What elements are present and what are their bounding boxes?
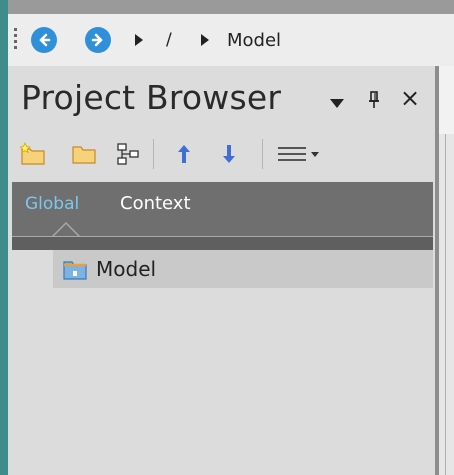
project-browser-panel: Project Browser × Global Context Model	[8, 66, 435, 475]
dropdown-icon[interactable]	[329, 97, 345, 109]
toolbar-separator	[153, 139, 154, 169]
navigation-bar: / Model	[8, 14, 454, 67]
move-down-icon[interactable]	[216, 141, 242, 167]
tab-strip-footer	[12, 237, 433, 250]
panel-toolbar	[8, 133, 435, 173]
breadcrumb-expand-icon[interactable]	[135, 34, 143, 46]
toolbar-grip-icon[interactable]	[14, 28, 17, 50]
browser-tabs: Global Context	[12, 182, 433, 250]
close-icon[interactable]: ×	[400, 84, 420, 112]
breadcrumb-expand-icon[interactable]	[201, 34, 209, 46]
package-root-icon	[63, 261, 87, 280]
breadcrumb-root[interactable]: /	[166, 30, 172, 50]
forward-arrow-icon[interactable]	[85, 27, 111, 53]
tab-context[interactable]: Context	[120, 193, 191, 214]
toolbar-separator	[262, 139, 263, 169]
folder-icon[interactable]	[71, 141, 97, 167]
tab-global[interactable]: Global	[25, 194, 79, 214]
new-package-icon[interactable]	[20, 141, 46, 167]
tree-item-model[interactable]: Model	[53, 250, 433, 288]
pin-icon[interactable]	[367, 90, 381, 110]
back-arrow-icon[interactable]	[31, 27, 57, 53]
tree-item-label: Model	[96, 257, 157, 281]
breadcrumb-model[interactable]: Model	[227, 30, 281, 51]
move-up-icon[interactable]	[171, 141, 197, 167]
active-tab-indicator-fill	[54, 224, 78, 236]
menu-icon[interactable]	[276, 141, 322, 167]
adjacent-panel-edge	[439, 66, 454, 475]
window-frame-edge	[0, 0, 8, 475]
diagram-icon[interactable]	[115, 141, 141, 167]
panel-title: Project Browser	[21, 78, 282, 117]
